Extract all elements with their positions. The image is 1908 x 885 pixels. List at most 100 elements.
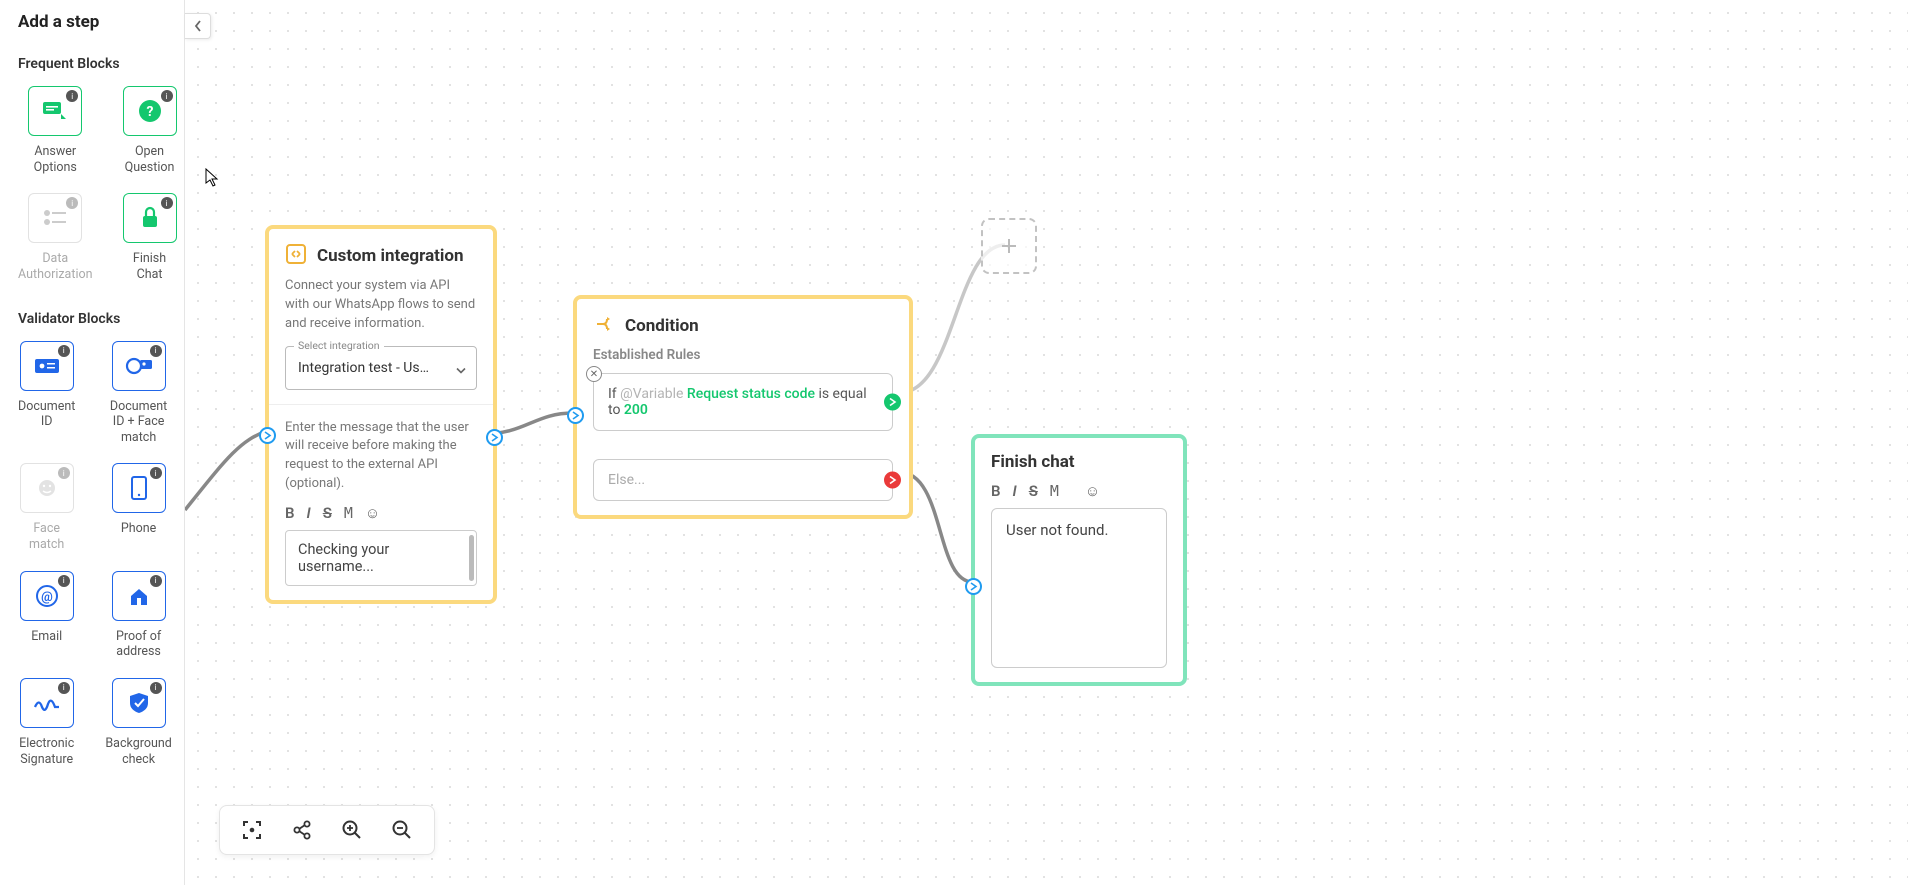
- sidebar-title: Add a step: [18, 12, 166, 32]
- doc-face-icon: i: [112, 341, 166, 391]
- info-icon: i: [58, 575, 70, 587]
- info-icon: i: [66, 90, 78, 102]
- info-icon: i: [150, 575, 162, 587]
- rule-else-port[interactable]: [884, 472, 901, 489]
- node-custom-integration[interactable]: Custom integration Connect your system v…: [265, 225, 497, 604]
- block-label: Email: [31, 629, 62, 645]
- condition-icon: [593, 313, 615, 339]
- block-label: Finish Chat: [133, 251, 166, 282]
- node-finish-chat[interactable]: Finish chat B I S M ☺ User not found.: [971, 434, 1187, 686]
- block-label: Proof of address: [116, 629, 161, 660]
- finish-message-textarea[interactable]: User not found.: [991, 508, 1167, 668]
- block-document-id[interactable]: i Document ID: [18, 341, 75, 446]
- zoom-in-button[interactable]: [338, 816, 366, 844]
- block-face-match[interactable]: i Face match: [18, 463, 75, 552]
- block-doc-face[interactable]: i Document ID + Face match: [105, 341, 171, 446]
- rule-if: If: [608, 386, 617, 402]
- block-proof-address[interactable]: i Proof of address: [105, 571, 171, 660]
- format-toolbar: B I S M ☺: [991, 482, 1167, 500]
- canvas-toolbar: [219, 805, 435, 855]
- italic-button[interactable]: I: [1013, 482, 1017, 500]
- output-port[interactable]: [486, 429, 503, 446]
- section-validator-title: Validator Blocks: [18, 311, 166, 327]
- signature-icon: i: [20, 678, 74, 728]
- block-label: Open Question: [125, 144, 175, 175]
- block-answer-options[interactable]: i Answer Options: [18, 86, 93, 175]
- block-label: Data Authorization: [18, 251, 93, 282]
- block-signature[interactable]: i Electronic Signature: [18, 678, 75, 767]
- cursor-icon: [205, 168, 219, 188]
- email-icon: i @: [20, 571, 74, 621]
- chevron-down-icon: [456, 358, 466, 377]
- message-value: Checking your username...: [298, 541, 389, 575]
- scrollbar-thumb[interactable]: [469, 535, 474, 581]
- data-auth-icon: i: [28, 193, 82, 243]
- face-match-icon: i: [20, 463, 74, 513]
- input-port[interactable]: [259, 427, 276, 444]
- input-port[interactable]: [567, 407, 584, 424]
- block-phone[interactable]: i Phone: [105, 463, 171, 552]
- bg-check-icon: i: [112, 678, 166, 728]
- node-title: Condition: [625, 316, 699, 336]
- proof-address-icon: i: [112, 571, 166, 621]
- rule-var-prefix: @Variable: [620, 386, 683, 402]
- node-title: Custom integration: [317, 246, 464, 266]
- emoji-button[interactable]: ☺: [365, 504, 380, 522]
- node-title: Finish chat: [991, 452, 1167, 472]
- finish-chat-icon: i: [123, 193, 177, 243]
- block-label: Electronic Signature: [19, 736, 74, 767]
- italic-button[interactable]: I: [307, 504, 311, 522]
- strike-button[interactable]: S: [323, 504, 332, 522]
- phone-icon: i: [112, 463, 166, 513]
- else-row[interactable]: Else...: [593, 459, 893, 501]
- info-icon: i: [150, 345, 162, 357]
- bold-button[interactable]: B: [991, 482, 1001, 500]
- sidebar: Add a step Frequent Blocks i Answer Opti…: [0, 0, 185, 885]
- rule-true-port[interactable]: [884, 394, 901, 411]
- open-question-icon: i ?: [123, 86, 177, 136]
- block-data-authorization[interactable]: i Data Authorization: [18, 193, 93, 282]
- block-label: Answer Options: [34, 144, 77, 175]
- remove-rule-button[interactable]: ✕: [586, 366, 602, 382]
- input-port[interactable]: [965, 578, 982, 595]
- add-node-placeholder[interactable]: [981, 218, 1037, 274]
- collapse-sidebar-button[interactable]: [185, 13, 211, 39]
- node-condition[interactable]: Condition Established Rules ✕ If @Variab…: [573, 295, 913, 519]
- block-open-question[interactable]: i ? Open Question: [123, 86, 177, 175]
- bold-button[interactable]: B: [285, 504, 295, 522]
- flow-canvas[interactable]: Custom integration Connect your system v…: [185, 0, 1908, 885]
- svg-text:?: ?: [146, 104, 153, 120]
- block-finish-chat[interactable]: i Finish Chat: [123, 193, 177, 282]
- answer-options-icon: i: [28, 86, 82, 136]
- message-hint: Enter the message that the user will rec…: [285, 419, 477, 494]
- info-icon: i: [161, 197, 173, 209]
- integration-select[interactable]: Select integration Integration test - Us…: [285, 346, 477, 390]
- block-bg-check[interactable]: i Background check: [105, 678, 171, 767]
- block-email[interactable]: i @ Email: [18, 571, 75, 660]
- node-description: Connect your system via API with our Wha…: [285, 277, 477, 334]
- block-label: Document ID: [18, 399, 75, 430]
- format-toolbar: B I S M ☺: [285, 504, 477, 522]
- rule-row[interactable]: ✕ If @Variable Request status code is eq…: [593, 373, 893, 431]
- rules-title: Established Rules: [593, 347, 893, 363]
- block-label: Face match: [29, 521, 64, 552]
- info-icon: i: [58, 682, 70, 694]
- message-textarea[interactable]: Checking your username...: [285, 530, 477, 586]
- block-label: Document ID + Face match: [110, 399, 167, 446]
- fit-screen-button[interactable]: [238, 816, 266, 844]
- mono-button[interactable]: M: [1050, 482, 1059, 500]
- block-label: Phone: [121, 521, 156, 537]
- else-label: Else...: [608, 472, 645, 488]
- rule-var-name: Request status code: [687, 386, 815, 402]
- emoji-button[interactable]: ☺: [1085, 482, 1100, 500]
- validator-blocks-grid: i Document ID i Document ID + Face match…: [18, 341, 166, 768]
- zoom-out-button[interactable]: [388, 816, 416, 844]
- mono-button[interactable]: M: [344, 504, 353, 522]
- strike-button[interactable]: S: [1029, 482, 1038, 500]
- info-icon: i: [150, 467, 162, 479]
- info-icon: i: [58, 345, 70, 357]
- share-button[interactable]: [288, 816, 316, 844]
- frequent-blocks-grid: i Answer Options i ? Open Question i Dat…: [18, 86, 166, 283]
- document-id-icon: i: [20, 341, 74, 391]
- divider: [269, 404, 493, 405]
